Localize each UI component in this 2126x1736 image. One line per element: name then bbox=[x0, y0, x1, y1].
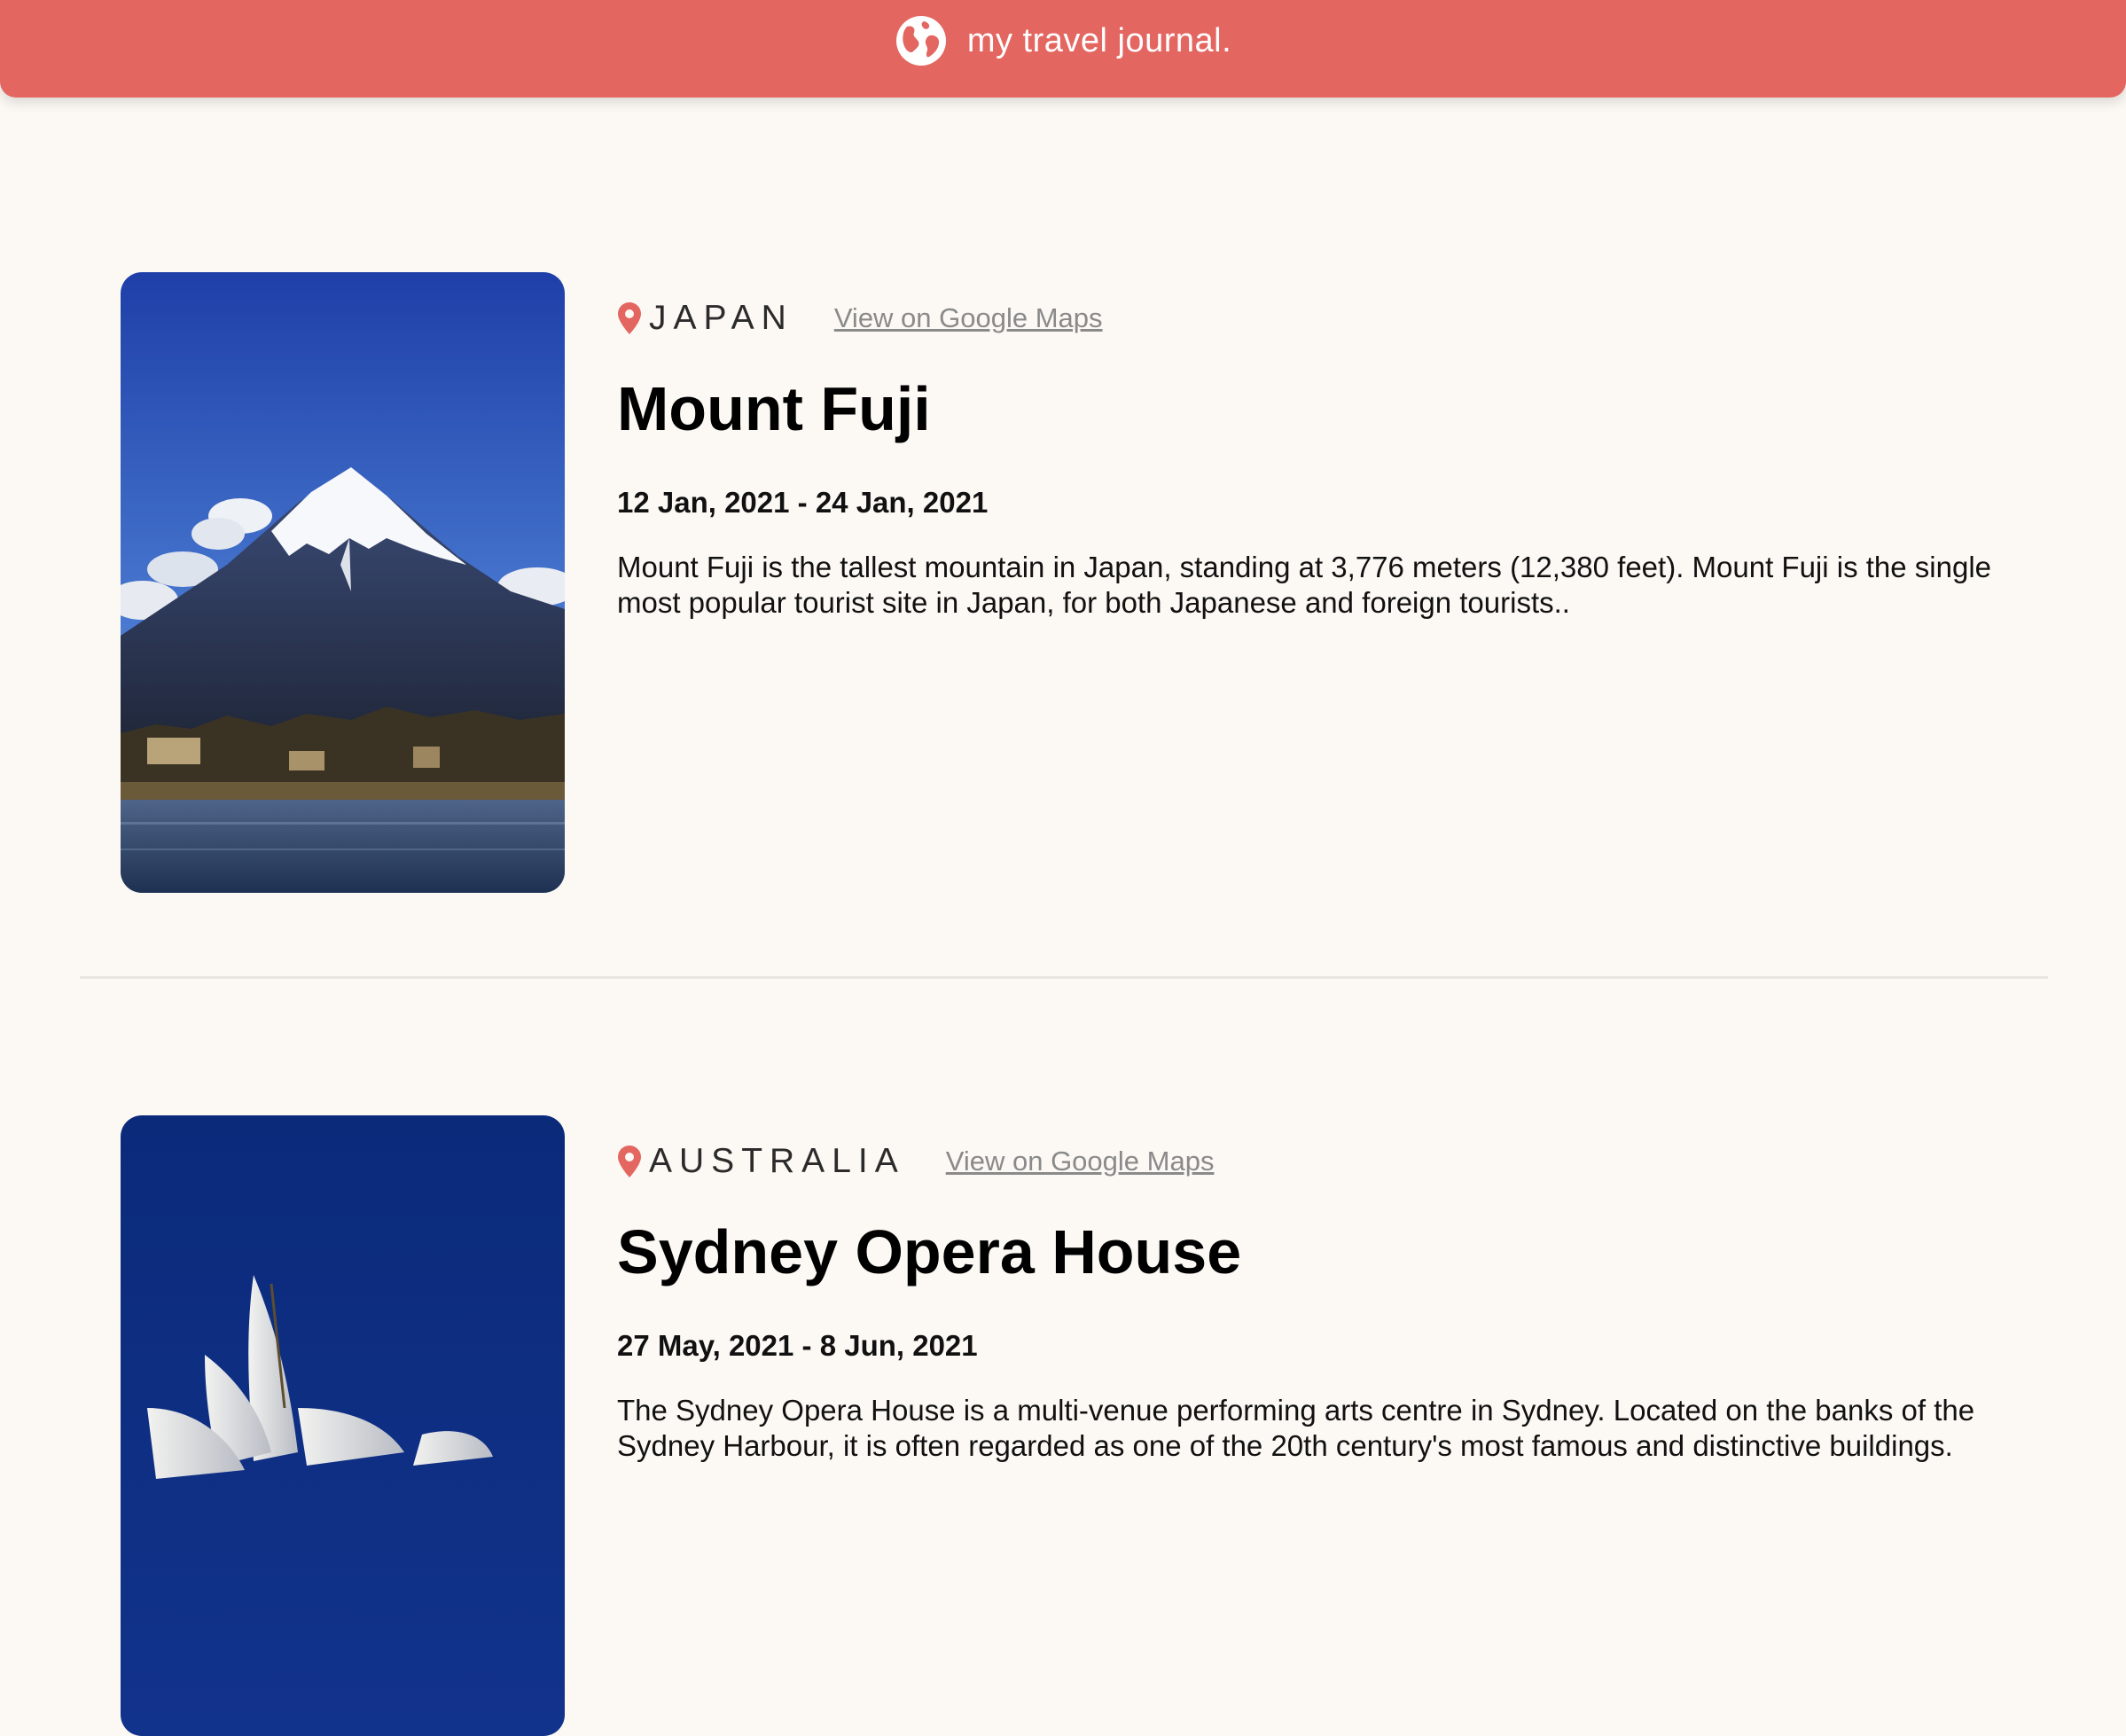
location-row: JAPAN View on Google Maps bbox=[617, 297, 2044, 340]
entry-divider bbox=[80, 976, 2048, 979]
entry-title: Mount Fuji bbox=[617, 374, 931, 443]
entry-description: Mount Fuji is the tallest mountain in Ja… bbox=[617, 551, 1992, 619]
globe-icon bbox=[895, 16, 946, 66]
entry-photo-sydney-opera-house bbox=[121, 1115, 565, 1736]
location-row: AUSTRALIA View on Google Maps bbox=[617, 1140, 2044, 1183]
entry-description: The Sydney Opera House is a multi-venue … bbox=[617, 1394, 1975, 1462]
entry-info: AUSTRALIA View on Google Maps Sydney Ope… bbox=[617, 1140, 2044, 1464]
entry-info: JAPAN View on Google Maps Mount Fuji 12 … bbox=[617, 297, 2044, 621]
location-pin-icon bbox=[618, 302, 641, 334]
google-maps-link[interactable]: View on Google Maps bbox=[946, 1146, 1215, 1177]
country-label: JAPAN bbox=[649, 299, 793, 337]
navbar: my travel journal. bbox=[0, 0, 2126, 98]
app-title: my travel journal. bbox=[966, 21, 1232, 59]
google-maps-link[interactable]: View on Google Maps bbox=[834, 302, 1103, 334]
entry-photo-mount-fuji bbox=[121, 272, 565, 893]
entry-dates: 12 Jan, 2021 - 24 Jan, 2021 bbox=[617, 486, 989, 519]
location-pin-icon bbox=[618, 1146, 641, 1177]
entry-dates: 27 May, 2021 - 8 Jun, 2021 bbox=[617, 1329, 978, 1362]
entry-title: Sydney Opera House bbox=[617, 1217, 1242, 1286]
navbar-brand[interactable]: my travel journal. bbox=[895, 14, 1231, 67]
country-label: AUSTRALIA bbox=[649, 1142, 905, 1180]
